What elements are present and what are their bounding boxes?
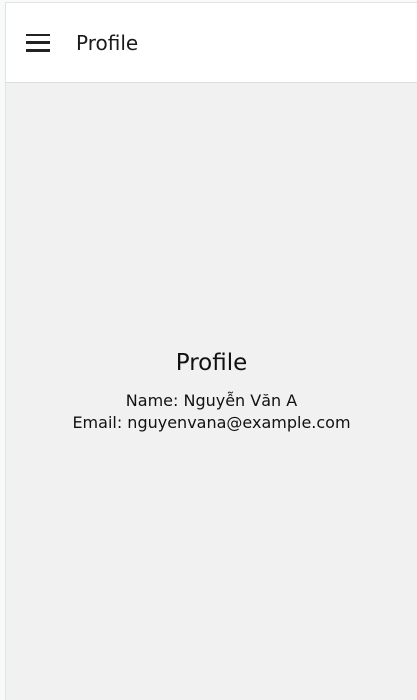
page-title: Profile [76,30,139,55]
profile-name: Name: Nguyễn Văn A [125,390,298,410]
profile-heading: Profile [175,349,248,376]
app-bar: Profile [6,3,417,83]
hamburger-menu-icon[interactable] [26,33,50,52]
profile-email: Email: nguyenvana@example.com [72,412,351,432]
app-window: Profile Profile Name: Nguyễn Văn A Email… [5,2,417,700]
profile-content: Profile Name: Nguyễn Văn A Email: nguyen… [6,83,417,700]
